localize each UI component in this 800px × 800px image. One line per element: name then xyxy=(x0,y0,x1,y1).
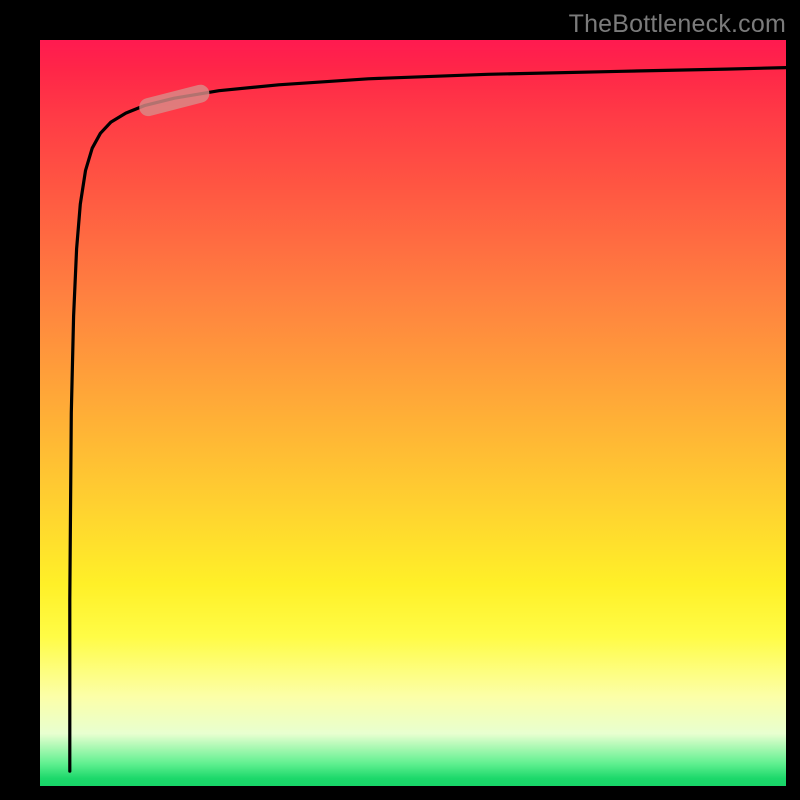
watermark-text: TheBottleneck.com xyxy=(569,10,786,39)
plot-area xyxy=(40,40,786,786)
chart-frame: TheBottleneck.com xyxy=(0,0,800,800)
chart-overlay-svg xyxy=(40,40,786,786)
highlight-marker xyxy=(148,94,200,107)
curve-line xyxy=(70,68,786,772)
